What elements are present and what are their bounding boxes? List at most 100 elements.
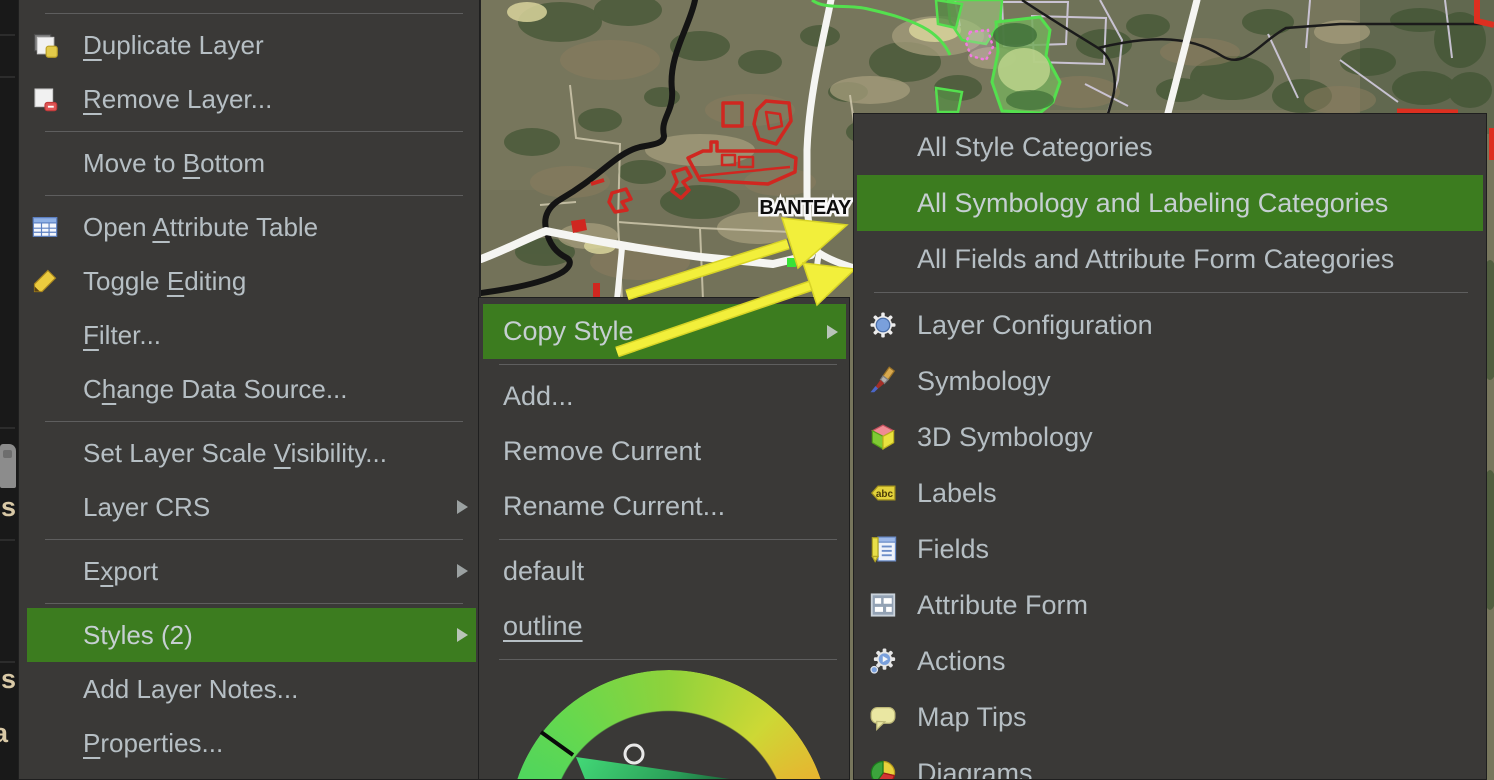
menu-item-remove-layer[interactable]: Remove Layer... xyxy=(27,72,476,126)
no-icon xyxy=(31,675,59,703)
no-icon xyxy=(868,188,898,218)
menu-item-open-attribute-table[interactable]: Open Attribute Table xyxy=(27,200,476,254)
menu-item-change-data-source[interactable]: Change Data Source... xyxy=(27,362,476,416)
menu-item-label: Filter... xyxy=(83,320,161,351)
menu-item-label: Remove Layer... xyxy=(83,84,272,115)
menu-item-copy-style[interactable]: Copy Style xyxy=(483,304,846,359)
menu-item-label: Toggle Editing xyxy=(83,266,246,297)
menu-item-label: 3D Symbology xyxy=(917,422,1093,453)
menu-item-rename-current[interactable]: Rename Current... xyxy=(483,479,846,534)
menu-item-styles[interactable]: Styles (2) xyxy=(27,608,476,662)
menu-item-label: Rename Current... xyxy=(503,491,725,522)
hue-marker-tick xyxy=(541,732,573,755)
menu-item-set-layer-scale-visibility[interactable]: Set Layer Scale Visibility... xyxy=(27,426,476,480)
menu-item-label: outline xyxy=(503,611,583,642)
menu-item-label: All Symbology and Labeling Categories xyxy=(917,188,1388,219)
map-place-label: BANTEAY xyxy=(759,197,851,219)
menu-item-properties[interactable]: Properties... xyxy=(27,716,476,770)
menu-item-layer-crs[interactable]: Layer CRS xyxy=(27,480,476,534)
menu-item-label: Export xyxy=(83,556,158,587)
no-icon xyxy=(31,439,59,467)
menu-item-fields[interactable]: Fields xyxy=(857,521,1483,577)
menu-item-all-style-categories[interactable]: All Style Categories xyxy=(857,119,1483,175)
no-icon xyxy=(31,149,59,177)
menu-separator xyxy=(19,126,479,136)
menu-item-export[interactable]: Export xyxy=(27,544,476,598)
svg-text:abc: abc xyxy=(876,489,894,500)
menu-item-all-fields-and-attribute-form-categories[interactable]: All Fields and Attribute Form Categories xyxy=(857,231,1483,287)
no-icon xyxy=(868,132,898,162)
menu-item-duplicate-layer[interactable]: Duplicate Layer xyxy=(27,18,476,72)
layer-icon-fragment xyxy=(0,444,16,488)
labels-icon: abc xyxy=(868,478,898,508)
menu-item-labels[interactable]: abcLabels xyxy=(857,465,1483,521)
menu-item-map-tips[interactable]: Map Tips xyxy=(857,689,1483,745)
menu-item-add-layer-notes[interactable]: Add Layer Notes... xyxy=(27,662,476,716)
menu-item-style-outline[interactable]: outline xyxy=(483,599,846,654)
layer-configuration-icon xyxy=(868,310,898,340)
attribute-form-icon xyxy=(868,590,898,620)
3d-symbology-icon xyxy=(868,422,898,452)
remove-layer-icon xyxy=(31,85,59,113)
menu-item-label: All Fields and Attribute Form Categories xyxy=(917,244,1394,275)
symbology-icon xyxy=(868,366,898,396)
submenu-arrow-icon xyxy=(457,500,468,514)
menu-separator xyxy=(19,598,479,608)
menu-item-label: Open Attribute Table xyxy=(83,212,318,243)
menu-item-move-to-bottom[interactable]: Move to Bottom xyxy=(27,136,476,190)
menu-item-style-default[interactable]: default xyxy=(483,544,846,599)
menu-item-filter[interactable]: Filter... xyxy=(27,308,476,362)
no-icon xyxy=(31,729,59,757)
menu-item-attribute-form[interactable]: Attribute Form xyxy=(857,577,1483,633)
no-icon xyxy=(868,244,898,274)
menu-item-all-symbology-and-labeling-categories[interactable]: All Symbology and Labeling Categories xyxy=(857,175,1483,231)
submenu-arrow-icon xyxy=(457,628,468,642)
menu-item-label: Set Layer Scale Visibility... xyxy=(83,438,387,469)
menu-item-label: All Style Categories xyxy=(917,132,1153,163)
attribute-table-icon xyxy=(31,213,59,241)
menu-item-label: Layer Configuration xyxy=(917,310,1153,341)
submenu-arrow-icon xyxy=(457,564,468,578)
menu-item-label: Symbology xyxy=(917,366,1051,397)
color-selector-circle xyxy=(625,745,643,763)
menu-item-label: Move to Bottom xyxy=(83,148,265,179)
no-icon xyxy=(31,493,59,521)
no-icon xyxy=(31,621,59,649)
menu-separator xyxy=(19,190,479,200)
menu-item-label: Add Layer Notes... xyxy=(83,674,298,705)
menu-item-label: Layer CRS xyxy=(83,492,210,523)
menu-item-add-style[interactable]: Add... xyxy=(483,369,846,424)
menu-item-label: Actions xyxy=(917,646,1006,677)
layer-name-fragment: a 2 xyxy=(0,718,18,749)
menu-item-remove-current[interactable]: Remove Current xyxy=(483,424,846,479)
menu-item-diagrams[interactable]: Diagrams xyxy=(857,745,1483,780)
menu-item-actions[interactable]: Actions xyxy=(857,633,1483,689)
menu-item-label: default xyxy=(503,556,584,587)
menu-separator xyxy=(854,287,1486,297)
layer-name-fragment: s xyxy=(1,664,16,695)
submenu-arrow-icon xyxy=(827,325,838,339)
menu-item-label: Change Data Source... xyxy=(83,374,348,405)
menu-item-label: Diagrams xyxy=(917,758,1033,780)
menu-item-toggle-editing[interactable]: Toggle Editing xyxy=(27,254,476,308)
style-categories-submenu: All Style Categories All Symbology and La… xyxy=(853,113,1487,780)
layers-panel-edge: s s a 2 xyxy=(0,0,18,780)
menu-separator xyxy=(19,8,479,18)
menu-item-layer-configuration[interactable]: Layer Configuration xyxy=(857,297,1483,353)
map-tips-icon xyxy=(868,702,898,732)
menu-item-symbology[interactable]: Symbology xyxy=(857,353,1483,409)
menu-item-label: Map Tips xyxy=(917,702,1027,733)
menu-item-label: Attribute Form xyxy=(917,590,1088,621)
duplicate-layer-icon xyxy=(31,31,59,59)
menu-item-label: Properties... xyxy=(83,728,223,759)
menu-item-label: Styles (2) xyxy=(83,620,193,651)
menu-item-label: Add... xyxy=(503,381,574,412)
menu-item-3d-symbology[interactable]: 3D Symbology xyxy=(857,409,1483,465)
menu-separator xyxy=(19,416,479,426)
menu-item-label: Fields xyxy=(917,534,989,565)
menu-item-label: Remove Current xyxy=(503,436,701,467)
pencil-icon xyxy=(31,267,59,295)
diagrams-icon xyxy=(868,758,898,780)
no-icon xyxy=(31,557,59,585)
actions-icon xyxy=(868,646,898,676)
